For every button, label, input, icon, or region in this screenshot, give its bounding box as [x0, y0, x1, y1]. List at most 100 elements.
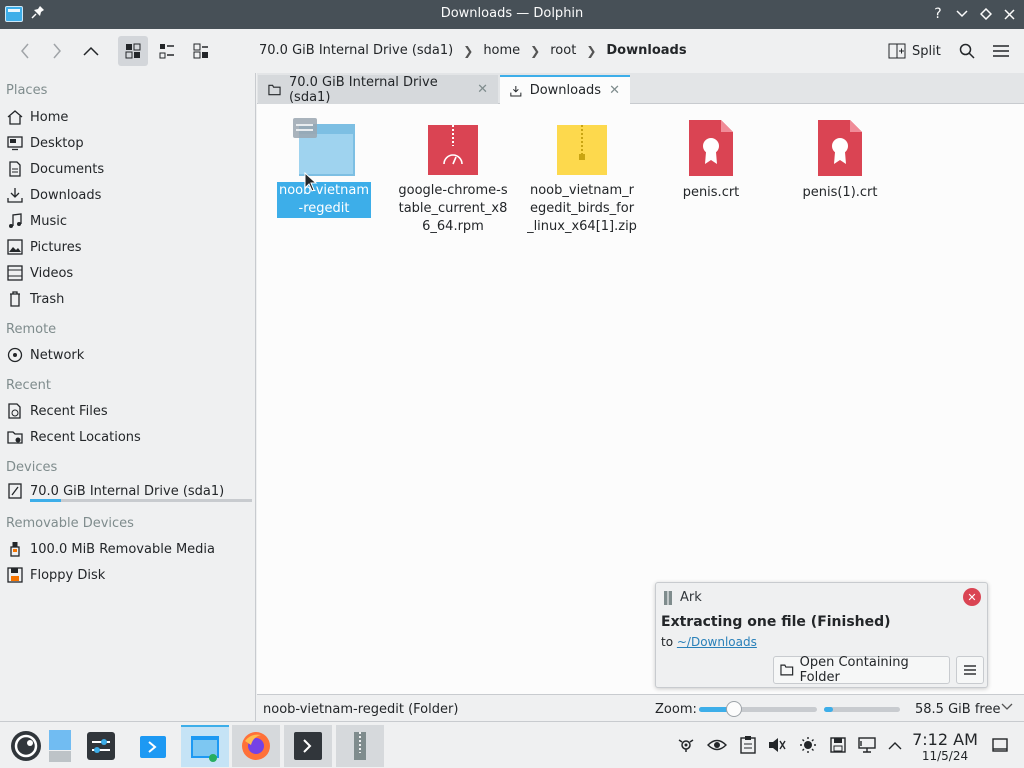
- desktop-icon: [6, 134, 24, 152]
- sidebar-item-removable-media[interactable]: 100.0 MiB Removable Media: [6, 538, 254, 560]
- breadcrumb-root[interactable]: root: [550, 43, 576, 58]
- firefox-task[interactable]: [232, 725, 280, 767]
- sidebar-item-label: Home: [30, 109, 69, 125]
- discover-store-icon: [140, 736, 166, 758]
- floppy-disk-icon: [6, 566, 24, 584]
- sidebar-item-recent-locations[interactable]: Recent Locations: [6, 426, 254, 448]
- eye-icon[interactable]: [706, 734, 728, 756]
- hard-drive-icon: [6, 482, 24, 500]
- close-notification-icon[interactable]: ✕: [963, 588, 981, 606]
- kde-connect-icon[interactable]: [675, 734, 697, 756]
- dolphin-task[interactable]: [181, 725, 229, 767]
- file-name: noob-vietnam-regedit: [277, 182, 371, 218]
- drive-usage-fill: [30, 499, 62, 502]
- sidebar-item-music[interactable]: Music: [6, 210, 254, 232]
- zoom-label: Zoom:: [655, 702, 697, 717]
- ark-app-icon: [664, 590, 672, 605]
- notification-body: to ~/Downloads: [661, 635, 757, 649]
- digital-clock[interactable]: 7:12 AM 11/5/24: [912, 730, 978, 764]
- konsole-task[interactable]: [284, 725, 332, 767]
- minimize-icon[interactable]: [953, 5, 971, 23]
- sidebar-item-documents[interactable]: Documents: [6, 158, 254, 180]
- breadcrumb-drive[interactable]: 70.0 GiB Internal Drive (sda1): [259, 43, 453, 58]
- sidebar-item-label: Videos: [30, 265, 74, 281]
- sidebar-item-floppy-disk[interactable]: Floppy Disk: [6, 564, 254, 586]
- clock-time: 7:12 AM: [912, 730, 978, 749]
- download-icon: [6, 186, 24, 204]
- clipboard-icon[interactable]: [737, 734, 759, 756]
- recent-files-icon: [6, 402, 24, 420]
- window-title: Downloads — Dolphin: [440, 6, 584, 21]
- icons-view-button[interactable]: [118, 36, 148, 66]
- sidebar-item-home[interactable]: Home: [6, 106, 254, 128]
- breadcrumb-home[interactable]: home: [483, 43, 520, 58]
- tab-downloads[interactable]: Downloads ✕: [500, 75, 630, 104]
- hamburger-menu-icon: [993, 45, 1009, 57]
- tab-internal-drive[interactable]: 70.0 GiB Internal Drive (sda1) ✕: [258, 74, 498, 105]
- sidebar-item-label: Network: [30, 347, 85, 363]
- brightness-icon[interactable]: [797, 734, 819, 756]
- zoom-slider-handle[interactable]: [726, 701, 743, 717]
- close-tab-icon[interactable]: ✕: [609, 83, 620, 98]
- tab-label: Downloads: [529, 83, 602, 98]
- compact-view-button[interactable]: [152, 36, 182, 66]
- discover-task[interactable]: [129, 725, 177, 767]
- notification-body-prefix: to: [661, 635, 674, 649]
- file-item-certificate[interactable]: penis.crt: [656, 118, 766, 202]
- open-containing-folder-button[interactable]: Open Containing Folder: [773, 655, 950, 685]
- network-wired-icon[interactable]: [856, 734, 878, 756]
- file-item-certificate[interactable]: penis(1).crt: [785, 118, 895, 202]
- home-icon: [6, 108, 24, 126]
- maximize-icon[interactable]: [977, 5, 995, 23]
- zoom-slider[interactable]: [699, 701, 817, 717]
- ark-task[interactable]: [336, 725, 384, 767]
- notification-menu-button[interactable]: [956, 656, 984, 684]
- up-button[interactable]: [76, 36, 106, 66]
- pager-widget[interactable]: [40, 725, 80, 767]
- tab-bar: 70.0 GiB Internal Drive (sda1) ✕ Downloa…: [257, 73, 1024, 105]
- sidebar-item-videos[interactable]: Videos: [6, 262, 254, 284]
- sidebar-item-label: 100.0 MiB Removable Media: [30, 541, 215, 557]
- sidebar-item-label: Pictures: [30, 239, 82, 255]
- file-item-folder[interactable]: noob-vietnam-regedit: [269, 116, 379, 218]
- file-name: noob_vietnam_regedit_birds_for_linux_x64…: [527, 183, 637, 234]
- sidebar-item-downloads[interactable]: Downloads: [6, 184, 254, 206]
- back-button[interactable]: [10, 36, 40, 66]
- sidebar-item-recent-files[interactable]: Recent Files: [6, 400, 254, 422]
- title-bar: Downloads — Dolphin ?: [0, 0, 1024, 29]
- help-icon[interactable]: ?: [929, 5, 947, 23]
- show-desktop-icon[interactable]: [989, 734, 1011, 756]
- file-item-rpm[interactable]: google-chrome-stable_current_x86_64.rpm: [398, 124, 508, 236]
- section-title-places: Places: [6, 83, 48, 98]
- terminal-icon: [294, 732, 322, 760]
- free-space-bar: [824, 707, 900, 712]
- chevron-down-icon[interactable]: [1001, 701, 1013, 714]
- close-window-icon[interactable]: [1000, 5, 1018, 23]
- file-item-zip[interactable]: noob_vietnam_regedit_birds_for_linux_x64…: [527, 124, 637, 236]
- sidebar-item-trash[interactable]: Trash: [6, 288, 254, 310]
- downloads-link[interactable]: ~/Downloads: [677, 635, 757, 649]
- folder-open-icon: [780, 664, 794, 676]
- split-button[interactable]: Split: [888, 39, 941, 63]
- volume-muted-icon[interactable]: [766, 734, 788, 756]
- breadcrumb-separator-icon: ❯: [530, 43, 541, 58]
- chevron-up-icon[interactable]: [884, 734, 906, 756]
- search-button[interactable]: [952, 36, 982, 66]
- sidebar-item-label: Desktop: [30, 135, 84, 151]
- tab-label: 70.0 GiB Internal Drive (sda1): [288, 74, 438, 105]
- chevron-up-icon: [83, 46, 99, 56]
- notification-app: Ark: [662, 590, 702, 605]
- details-view-button[interactable]: [186, 36, 216, 66]
- breadcrumb-downloads[interactable]: Downloads: [606, 43, 686, 58]
- forward-button[interactable]: [42, 36, 72, 66]
- sidebar-item-pictures[interactable]: Pictures: [6, 236, 254, 258]
- system-settings-task[interactable]: [77, 725, 125, 767]
- free-space-text[interactable]: 58.5 GiB free: [915, 702, 1000, 717]
- close-tab-icon[interactable]: ✕: [477, 82, 488, 97]
- disk-save-icon[interactable]: [827, 734, 849, 756]
- sidebar-item-desktop[interactable]: Desktop: [6, 132, 254, 154]
- certificate-icon: [689, 120, 733, 176]
- sidebar-item-network[interactable]: Network: [6, 344, 254, 366]
- hamburger-menu-button[interactable]: [986, 36, 1016, 66]
- search-icon: [959, 43, 975, 59]
